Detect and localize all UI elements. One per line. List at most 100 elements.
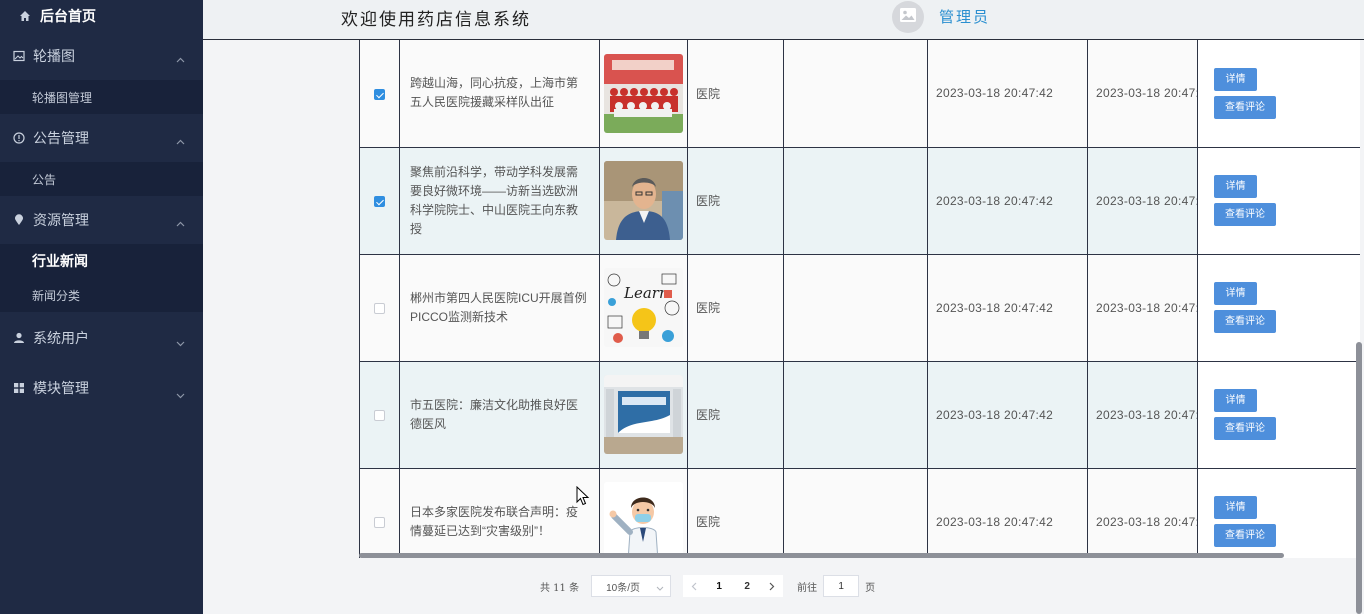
created-time: 2023-03-18 20:47:42 — [927, 361, 1088, 469]
news-category: 医院 — [687, 361, 784, 469]
actions-cell: 详情 查看评论 — [1197, 147, 1360, 255]
sidebar-item-label: 新闻分类 — [32, 288, 81, 303]
submenu-notice: 公告 — [0, 162, 203, 196]
row-checkbox-cell — [359, 361, 400, 469]
empty-cell — [783, 361, 928, 469]
mouse-cursor-icon — [576, 485, 590, 511]
view-comments-button[interactable]: 查看评论 — [1214, 95, 1276, 119]
submenu-carousel: 轮播图管理 — [0, 80, 203, 114]
updated-time: 2023-03-18 20:47:42 — [1087, 254, 1198, 362]
news-category: 医院 — [687, 147, 784, 255]
map-pin-icon — [12, 213, 26, 227]
actions-cell: 详情 查看评论 — [1197, 254, 1360, 362]
row-checkbox[interactable] — [374, 516, 385, 528]
view-comments-button[interactable]: 查看评论 — [1214, 203, 1276, 226]
sidebar: 后台首页 轮播图 轮播图管理 公告管理 公告 资源管理 行业新闻 新闻分类 系统… — [0, 0, 203, 614]
prev-page-button[interactable] — [683, 575, 705, 597]
page-size-select[interactable]: 10条/页 — [591, 575, 672, 597]
detail-button[interactable]: 详情 — [1214, 175, 1257, 198]
horizontal-scrollbar[interactable] — [359, 553, 1284, 558]
news-thumbnail[interactable] — [604, 482, 683, 558]
news-thumbnail[interactable] — [604, 161, 683, 240]
sidebar-item-notice[interactable]: 公告 — [0, 162, 203, 196]
row-checkbox-cell — [359, 40, 400, 148]
created-time: 2023-03-18 20:47:42 — [927, 468, 1088, 558]
view-comments-button[interactable]: 查看评论 — [1214, 417, 1276, 440]
news-title: 日本多家医院发布联合声明：疫情蔓延已达到“灾害级别”！ — [399, 468, 600, 558]
chevron-up-icon — [176, 50, 185, 66]
news-title: 聚焦前沿科学，带动学科发展需要良好微环境——访新当选欧洲科学院院士、中山医院王向… — [399, 147, 600, 255]
info-circle-icon — [12, 131, 26, 145]
news-table: 跨越山海，同心抗疫，上海市第五人民医院援藏采样队出征 医院 2023-03-18… — [359, 40, 1360, 558]
table-row-5: 日本多家医院发布联合声明：疫情蔓延已达到“灾害级别”！ 医院 2023-03-1… — [359, 468, 1360, 558]
svg-text:Learn: Learn — [623, 284, 669, 302]
sidebar-home-label: 后台首页 — [40, 8, 96, 24]
updated-time: 2023-03-18 20:47:42 — [1087, 361, 1198, 469]
thumbnail-cell: Learn — [599, 254, 688, 362]
goto-page-input[interactable]: 1 — [823, 575, 860, 597]
row-checkbox-cell — [359, 468, 400, 558]
goto-prefix: 前往 — [797, 582, 818, 594]
thumbnail-cell — [599, 361, 688, 469]
next-page-button[interactable] — [761, 575, 783, 597]
created-time: 2023-03-18 20:47:42 — [927, 40, 1088, 148]
image-placeholder-icon — [899, 7, 917, 28]
page-number-2[interactable]: 2 — [733, 575, 761, 597]
sidebar-item-home[interactable]: 后台首页 — [0, 0, 203, 32]
chevron-down-icon — [176, 386, 185, 402]
news-category: 医院 — [687, 40, 784, 148]
page-size-value: 10条/页 — [606, 582, 640, 594]
sidebar-group-label: 资源管理 — [33, 212, 89, 228]
news-thumbnail[interactable] — [604, 375, 683, 454]
user-icon — [12, 331, 26, 345]
row-checkbox[interactable] — [374, 88, 385, 100]
home-icon — [18, 9, 32, 23]
detail-button[interactable]: 详情 — [1214, 67, 1257, 91]
sidebar-item-carousel-manage[interactable]: 轮播图管理 — [0, 80, 203, 114]
sidebar-item-industry-news[interactable]: 行业新闻 — [0, 244, 203, 278]
vertical-scrollbar[interactable] — [1356, 342, 1362, 614]
sidebar-group-notice[interactable]: 公告管理 — [0, 114, 203, 162]
view-comments-button[interactable]: 查看评论 — [1214, 310, 1276, 333]
avatar[interactable] — [892, 1, 924, 33]
thumbnail-cell — [599, 40, 688, 148]
empty-cell — [783, 468, 928, 558]
sidebar-group-carousel[interactable]: 轮播图 — [0, 32, 203, 80]
news-thumbnail[interactable] — [604, 53, 683, 133]
empty-cell — [783, 40, 928, 148]
actions-cell: 详情 查看评论 — [1197, 361, 1360, 469]
admin-name[interactable]: 管理员 — [939, 6, 990, 27]
row-checkbox[interactable] — [374, 302, 385, 314]
sidebar-item-label: 轮播图管理 — [32, 90, 93, 105]
view-comments-button[interactable]: 查看评论 — [1214, 524, 1276, 547]
sidebar-group-users[interactable]: 系统用户 — [0, 312, 203, 364]
empty-cell — [783, 147, 928, 255]
detail-button[interactable]: 详情 — [1214, 389, 1257, 412]
row-checkbox[interactable] — [374, 195, 385, 207]
sidebar-group-modules[interactable]: 模块管理 — [0, 364, 203, 412]
sidebar-item-news-category[interactable]: 新闻分类 — [0, 278, 203, 312]
sidebar-group-resource[interactable]: 资源管理 — [0, 196, 203, 244]
thumbnail-cell — [599, 147, 688, 255]
detail-button[interactable]: 详情 — [1214, 496, 1257, 519]
detail-button[interactable]: 详情 — [1214, 282, 1257, 305]
updated-time: 2023-03-18 20:47:42 — [1087, 468, 1198, 558]
row-checkbox[interactable] — [374, 409, 385, 421]
chevron-up-icon — [176, 132, 185, 148]
table-row-4: 市五医院：廉洁文化助推良好医德医风 医院 2023-03-18 20:47:42… — [359, 361, 1360, 469]
news-thumbnail[interactable]: Learn — [604, 268, 683, 347]
chevron-down-icon — [656, 583, 664, 594]
table-row-1: 跨越山海，同心抗疫，上海市第五人民医院援藏采样队出征 医院 2023-03-18… — [359, 40, 1360, 148]
updated-time: 2023-03-18 20:47:42 — [1087, 40, 1198, 148]
page-buttons: 1 2 — [683, 575, 784, 597]
row-checkbox-cell — [359, 147, 400, 255]
page-number-1[interactable]: 1 — [705, 575, 733, 597]
news-category: 医院 — [687, 254, 784, 362]
sidebar-group-label: 公告管理 — [33, 130, 89, 146]
sidebar-item-label: 行业新闻 — [32, 253, 88, 269]
top-header: 欢迎使用药店信息系统 管理员 — [203, 0, 1364, 40]
updated-time: 2023-03-18 20:47:42 — [1087, 147, 1198, 255]
news-title: 郴州市第四人民医院ICU开展首例PICCO监测新技术 — [399, 254, 600, 362]
row-checkbox-cell — [359, 254, 400, 362]
sidebar-group-label: 轮播图 — [33, 48, 75, 64]
